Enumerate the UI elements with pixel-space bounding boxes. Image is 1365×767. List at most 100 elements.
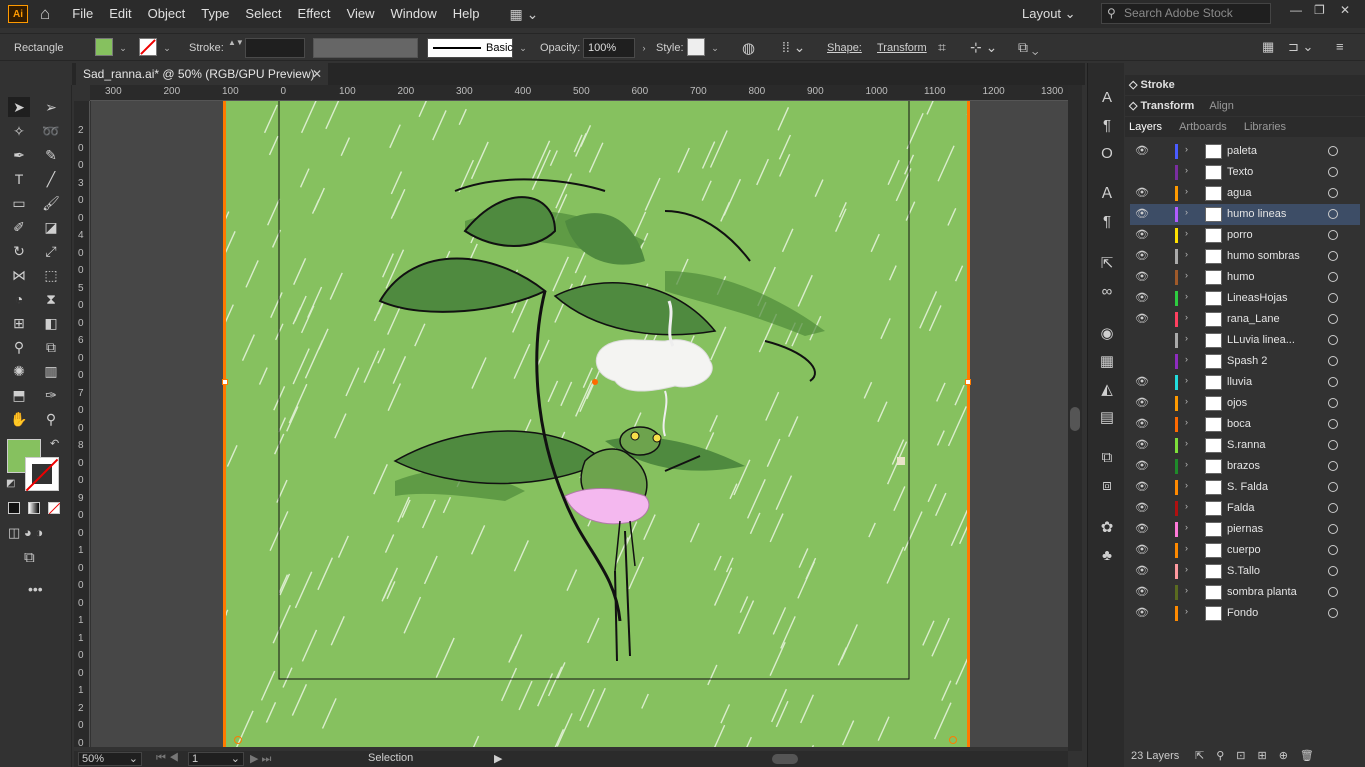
stroke-color-swatch[interactable] — [25, 457, 59, 492]
brush-definition[interactable]: Basic — [427, 38, 513, 58]
layer-name[interactable]: LLuvia linea... — [1227, 334, 1295, 346]
paragraph-panel-icon[interactable]: ¶ — [1098, 117, 1116, 135]
layer-row[interactable]: 👁 › cuerpo — [1130, 540, 1360, 561]
transparency-icon[interactable]: ▤ — [1098, 409, 1116, 427]
column-graph-tool-icon[interactable]: ▥ — [40, 361, 62, 381]
gradient-mode-icon[interactable] — [28, 502, 40, 514]
scale-tool-icon[interactable]: ⤢ — [40, 241, 62, 261]
visibility-icon[interactable]: 👁 — [1135, 376, 1149, 388]
layer-row[interactable]: › Spash 2 — [1130, 351, 1360, 372]
lasso-tool-icon[interactable]: ➿ — [40, 121, 62, 141]
artboard-number-field[interactable]: 1 ⌄ — [188, 752, 244, 766]
layer-row[interactable]: 👁 › humo sombras — [1130, 246, 1360, 267]
layer-row[interactable]: 👁 › paleta — [1130, 141, 1360, 162]
layer-row[interactable]: 👁 › S.ranna — [1130, 435, 1360, 456]
mesh-tool-icon[interactable]: ⊞ — [8, 313, 30, 333]
layer-name[interactable]: lluvia — [1227, 376, 1252, 388]
visibility-icon[interactable]: 👁 — [1135, 523, 1149, 535]
layer-name[interactable]: S.ranna — [1227, 439, 1266, 451]
paragraph-styles-icon[interactable]: ¶ — [1098, 213, 1116, 231]
tab-layers[interactable]: Layers — [1129, 121, 1162, 133]
control-menu-icon[interactable]: ≡ — [1336, 39, 1344, 54]
rotate-tool-icon[interactable]: ↻ — [8, 241, 30, 261]
eyedropper-tool-icon[interactable]: ⚲ — [8, 337, 30, 357]
stroke-weight-stepper[interactable]: ▲▼ — [228, 38, 244, 58]
expand-icon[interactable]: › — [1185, 144, 1188, 154]
layer-row[interactable]: › LLuvia linea... — [1130, 330, 1360, 351]
default-fill-stroke-icon[interactable]: ◩ — [6, 478, 15, 489]
layer-row[interactable]: 👁 › Fondo — [1130, 603, 1360, 624]
arrange-documents-icon[interactable]: ▦ ⌄ — [510, 6, 539, 23]
artboard-nav-icons[interactable]: ⏮ ◀ — [156, 752, 179, 765]
perspective-grid-tool-icon[interactable]: ⧗ — [40, 289, 62, 309]
layer-name[interactable]: paleta — [1227, 145, 1257, 157]
visibility-icon[interactable]: 👁 — [1135, 607, 1149, 619]
minimize-icon[interactable]: — — [1290, 3, 1302, 17]
expand-icon[interactable]: › — [1185, 375, 1188, 385]
close-tab-icon[interactable]: ✕ — [312, 63, 322, 85]
line-tool-icon[interactable]: ╱ — [40, 169, 62, 189]
style-dropdown-icon[interactable]: ⌄ — [709, 41, 721, 55]
hand-tool-icon[interactable]: ✋ — [8, 409, 30, 429]
target-icon[interactable] — [1328, 524, 1338, 534]
expand-icon[interactable]: › — [1185, 501, 1188, 511]
visibility-icon[interactable]: 👁 — [1135, 208, 1149, 220]
visibility-icon[interactable]: 👁 — [1135, 313, 1149, 325]
layer-name[interactable]: brazos — [1227, 460, 1260, 472]
isolate-icon[interactable]: ⌗ — [938, 39, 946, 56]
layer-name[interactable]: Texto — [1227, 166, 1253, 178]
menu-file[interactable]: File — [64, 0, 101, 28]
target-icon[interactable] — [1328, 482, 1338, 492]
vertical-scrollbar[interactable] — [1068, 85, 1082, 751]
target-icon[interactable] — [1328, 440, 1338, 450]
target-icon[interactable] — [1328, 335, 1338, 345]
target-icon[interactable] — [1328, 167, 1338, 177]
character-panel-icon[interactable]: A — [1098, 89, 1116, 107]
artboard-tool-icon[interactable]: ⬒ — [8, 385, 30, 405]
screen-mode-icon[interactable]: ⧉ — [24, 549, 35, 566]
expand-icon[interactable]: › — [1185, 585, 1188, 595]
transform-link[interactable]: Transform — [877, 42, 927, 54]
visibility-icon[interactable]: 👁 — [1135, 250, 1149, 262]
free-transform-tool-icon[interactable]: ⬚ — [40, 265, 62, 285]
menu-object[interactable]: Object — [140, 0, 194, 28]
fill-dropdown-icon[interactable]: ⌄ — [117, 41, 129, 55]
export-icon[interactable]: ⇱ — [1098, 255, 1116, 273]
draw-mode-icon[interactable]: ◫ ◕ ◑ — [8, 525, 43, 541]
visibility-icon[interactable]: 👁 — [1135, 271, 1149, 283]
stock-search-input[interactable]: ⚲ Search Adobe Stock — [1101, 3, 1271, 24]
layer-name[interactable]: piernas — [1227, 523, 1263, 535]
gradient-tool-icon[interactable]: ◧ — [40, 313, 62, 333]
magic-wand-tool-icon[interactable]: ✧ — [8, 121, 30, 141]
layers-footer-icons[interactable]: ⇱⚲⊡⊞⊕🗑 — [1195, 745, 1326, 767]
target-icon[interactable] — [1328, 314, 1338, 324]
stroke-swatch[interactable] — [139, 38, 157, 56]
puppet-warp-icon[interactable]: ⊹ ⌄ — [970, 39, 997, 56]
paintbrush-tool-icon[interactable]: 🖌 — [40, 193, 62, 213]
layer-row[interactable]: 👁 › piernas — [1130, 519, 1360, 540]
symbols-icon[interactable]: ♣ — [1098, 547, 1116, 565]
layer-name[interactable]: rana_Lane — [1227, 313, 1280, 325]
recolor-artwork-icon[interactable]: ◍ — [742, 39, 755, 57]
opacity-field[interactable]: 100% — [583, 38, 635, 58]
envelope-icon[interactable]: ⧉ ⌄ — [1018, 39, 1039, 56]
layer-name[interactable]: humo lineas — [1227, 208, 1286, 220]
target-icon[interactable] — [1328, 146, 1338, 156]
shape-builder-tool-icon[interactable]: ◔ — [8, 289, 30, 309]
layer-name[interactable]: humo sombras — [1227, 250, 1300, 262]
menu-effect[interactable]: Effect — [290, 0, 339, 28]
layer-row[interactable]: 👁 › S. Falda — [1130, 477, 1360, 498]
expand-icon[interactable]: › — [1185, 270, 1188, 280]
expand-icon[interactable]: › — [1185, 186, 1188, 196]
blend-tool-icon[interactable]: ⧉ — [40, 337, 62, 357]
bounding-handle[interactable] — [222, 379, 228, 385]
visibility-icon[interactable]: 👁 — [1135, 544, 1149, 556]
curvature-tool-icon[interactable]: ✎ — [40, 145, 62, 165]
target-icon[interactable] — [1328, 293, 1338, 303]
visibility-icon[interactable]: 👁 — [1135, 145, 1149, 157]
graphic-style-swatch[interactable] — [687, 38, 705, 56]
target-icon[interactable] — [1328, 419, 1338, 429]
target-icon[interactable] — [1328, 209, 1338, 219]
target-icon[interactable] — [1328, 398, 1338, 408]
edit-toolbar-icon[interactable]: ••• — [28, 581, 43, 597]
